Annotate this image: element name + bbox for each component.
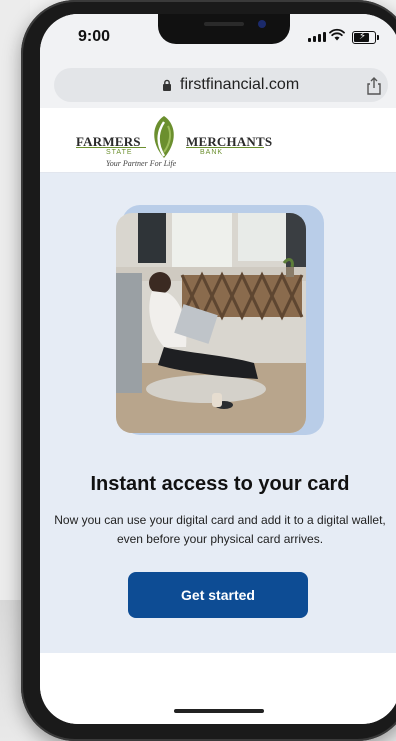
browser-toolbar: firstfinancial.com [40, 60, 396, 108]
logo-rule-right [186, 147, 264, 148]
camera-icon [258, 20, 266, 28]
logo-subword-right: BANK [200, 149, 224, 156]
get-started-button[interactable]: Get started [128, 572, 308, 618]
speaker-grill [204, 22, 244, 26]
logo-subword-left: STATE [106, 149, 133, 156]
main-content: Instant access to your card Now you can … [40, 173, 396, 653]
hero-image-frame [116, 199, 324, 435]
notch [158, 14, 290, 44]
page-footer [40, 653, 396, 724]
url-text: firstfinancial.com [180, 76, 300, 93]
home-indicator[interactable] [174, 709, 264, 713]
phone-screen: 9:00 ⚡ firstfinancial.com FARMERS MERCHA… [40, 14, 396, 724]
share-icon[interactable] [366, 76, 382, 96]
status-time: 9:00 [78, 28, 111, 45]
battery-icon: ⚡ [352, 31, 379, 44]
headline: Instant access to your card [90, 473, 350, 495]
wifi-icon [329, 28, 345, 41]
signal-icon [308, 32, 326, 42]
logo-tagline: Your Partner For Life [106, 159, 177, 168]
hero-image [116, 213, 306, 433]
brand-header: FARMERS MERCHANTS STATE BANK Your Partne… [40, 108, 396, 173]
body-text: Now you can use your digital card and ad… [54, 513, 386, 546]
bank-logo[interactable]: FARMERS MERCHANTS STATE BANK Your Partne… [76, 114, 276, 170]
phone-frame: 9:00 ⚡ firstfinancial.com FARMERS MERCHA… [21, 0, 396, 741]
logo-rule-left [76, 147, 146, 148]
url-bar[interactable]: firstfinancial.com [54, 68, 388, 102]
lock-icon [163, 79, 171, 91]
leaf-logo-icon [154, 116, 174, 158]
